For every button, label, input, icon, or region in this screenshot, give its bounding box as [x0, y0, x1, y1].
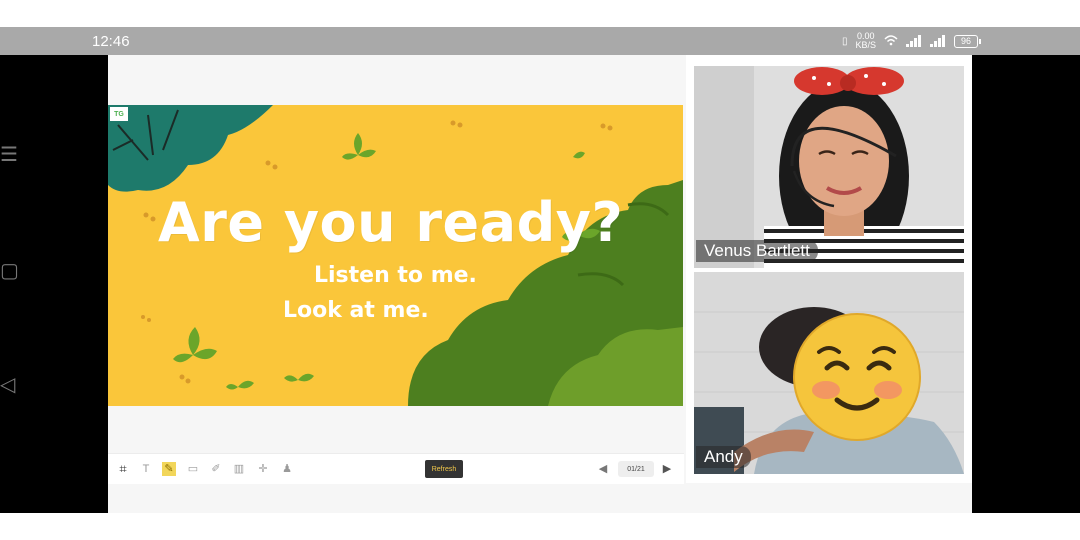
speed-unit: KB/S	[855, 40, 877, 50]
signal-icon	[906, 35, 922, 47]
move-tool-icon[interactable]: ✛	[256, 462, 270, 476]
status-time: 12:46	[92, 33, 130, 50]
slide-title: Are you ready?	[158, 191, 624, 254]
lesson-slide: TG Are you ready? Listen to me. Look at …	[108, 105, 683, 406]
network-speed: 0.00 KB/S	[856, 32, 877, 50]
marker-tool-icon[interactable]: ✐	[209, 462, 223, 476]
refresh-button[interactable]: Refresh	[425, 460, 463, 478]
battery-icon: 96	[954, 34, 982, 48]
teacher-image	[694, 66, 964, 268]
signal-icon-2	[930, 35, 946, 47]
text-tool-icon[interactable]: T	[139, 462, 153, 476]
student-video[interactable]: Andy	[694, 272, 964, 474]
participant-name: Venus Bartlett	[696, 240, 818, 262]
teacher-video[interactable]: Venus Bartlett	[694, 66, 964, 268]
slide-line-look: Look at me.	[283, 298, 429, 323]
vibrate-icon: ▯	[842, 35, 848, 47]
pencil-tool-icon[interactable]: ✎	[162, 462, 176, 476]
student-image	[694, 272, 964, 474]
back-icon[interactable]: ◁	[0, 372, 15, 397]
slide-illustration	[108, 105, 683, 406]
menu-icon[interactable]: ☰	[0, 142, 18, 167]
status-bar: 12:46 ▯ 0.00 KB/S 96	[0, 27, 1080, 55]
rectangle-tool-icon[interactable]: ▭	[186, 462, 200, 476]
right-black-bar	[972, 27, 1080, 513]
status-icons: ▯ 0.00 KB/S 96	[842, 31, 982, 51]
page-indicator[interactable]: 01/21	[618, 461, 654, 477]
crop-tool-icon[interactable]: ⌗	[116, 462, 130, 476]
whiteboard-toolbar: ⌗ T ✎ ▭ ✐ ▥ ✛ ♟ Refresh ◀ 01/21 ▶	[108, 453, 684, 484]
user-tool-icon[interactable]: ♟	[280, 462, 294, 476]
participant-name: Andy	[696, 446, 751, 468]
slide-line-listen: Listen to me.	[314, 263, 477, 288]
prev-page-icon[interactable]: ◀	[596, 462, 610, 476]
delete-tool-icon[interactable]: ▥	[232, 462, 246, 476]
wifi-icon	[884, 34, 898, 49]
home-square-icon[interactable]: ▢	[0, 258, 19, 283]
battery-level: 96	[961, 36, 972, 46]
next-page-icon[interactable]: ▶	[660, 462, 674, 476]
slide-badge: TG	[110, 107, 128, 121]
